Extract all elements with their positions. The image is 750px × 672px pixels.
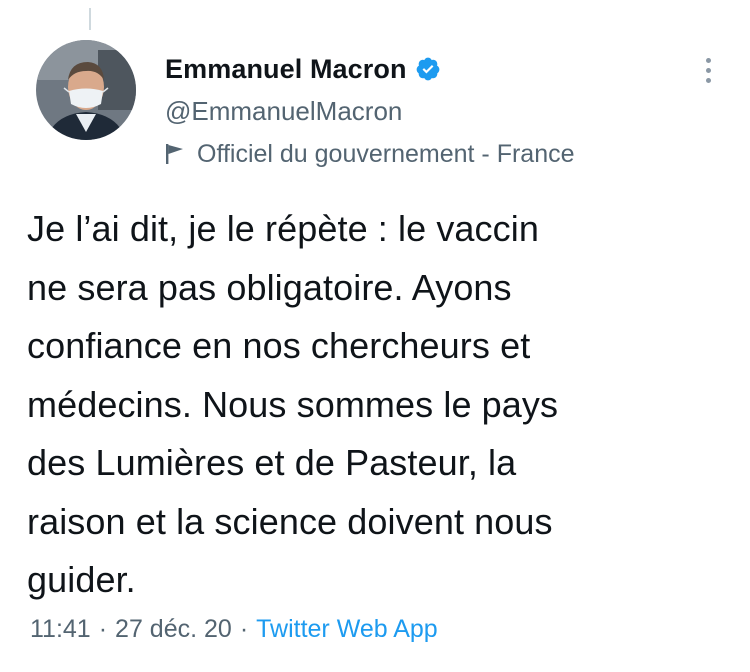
- thread-connector-line: [89, 8, 91, 30]
- meta-separator: ·: [239, 615, 249, 643]
- tweet-time[interactable]: 11:41: [30, 615, 91, 644]
- author-handle[interactable]: @EmmanuelMacron: [165, 94, 575, 128]
- affiliation-label: Officiel du gouvernement - France: [165, 137, 575, 171]
- more-options-icon[interactable]: [694, 50, 722, 90]
- meta-separator: ·: [98, 615, 108, 643]
- avatar[interactable]: [36, 40, 136, 140]
- affiliation-text: Officiel du gouvernement - France: [197, 139, 575, 168]
- tweet-text: Je l’ai dit, je le répète : le vaccin ne…: [27, 208, 559, 600]
- name-row: Emmanuel Macron: [165, 50, 575, 88]
- tweet-date[interactable]: 27 déc. 20: [115, 615, 232, 644]
- tweet-source-link[interactable]: Twitter Web App: [256, 615, 438, 644]
- tweet-card: Emmanuel Macron @EmmanuelMacron Officiel…: [0, 0, 750, 672]
- verified-badge-icon: [415, 56, 441, 82]
- tweet-header: Emmanuel Macron @EmmanuelMacron Officiel…: [165, 50, 575, 171]
- profile-photo-icon: [36, 40, 136, 140]
- author-display-name[interactable]: Emmanuel Macron: [165, 54, 407, 85]
- tweet-metadata: 11:41 · 27 déc. 20 · Twitter Web App: [30, 615, 438, 644]
- flag-icon: [165, 143, 185, 165]
